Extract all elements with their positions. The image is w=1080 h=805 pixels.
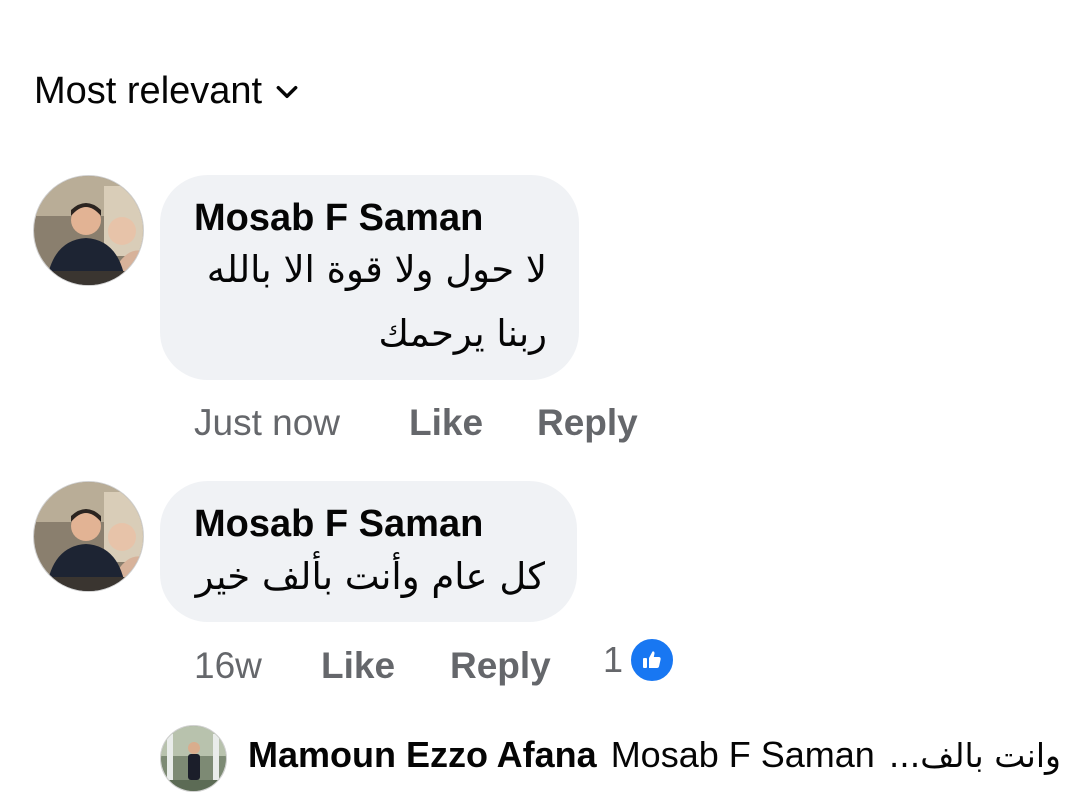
avatar[interactable] <box>160 725 227 792</box>
like-button[interactable]: Like <box>321 645 395 687</box>
comment-author[interactable]: Mosab F Saman <box>194 503 483 546</box>
comment-timestamp[interactable]: Just now <box>194 402 340 444</box>
comment-text-line: كل عام وأنت بألف خير <box>195 555 545 598</box>
reaction-count: 1 <box>603 639 624 680</box>
reply-text: وانت بالف... <box>888 736 1061 775</box>
avatar[interactable] <box>33 481 144 592</box>
like-reaction-icon <box>629 637 676 683</box>
chevron-down-icon <box>276 85 298 98</box>
comment-text-line: لا حول ولا قوة الا بالله <box>206 248 547 291</box>
comment-timestamp[interactable]: 16w <box>194 645 262 687</box>
sort-dropdown[interactable]: Most relevant <box>34 70 300 113</box>
like-button[interactable]: Like <box>409 402 483 444</box>
sort-label: Most relevant <box>34 70 263 112</box>
reaction-summary[interactable]: 1 <box>603 637 676 683</box>
reply-preview[interactable]: Mamoun Ezzo Afana Mosab F Saman وانت بال… <box>248 734 1061 776</box>
avatar[interactable] <box>33 175 144 286</box>
reply-button[interactable]: Reply <box>537 402 638 444</box>
comment-text-line: ربنا يرحمك <box>378 312 547 355</box>
reply-author[interactable]: Mamoun Ezzo Afana <box>248 734 597 776</box>
comment-author[interactable]: Mosab F Saman <box>194 197 483 240</box>
reply-tagged-user[interactable]: Mosab F Saman <box>611 734 875 776</box>
reply-button[interactable]: Reply <box>450 645 551 687</box>
